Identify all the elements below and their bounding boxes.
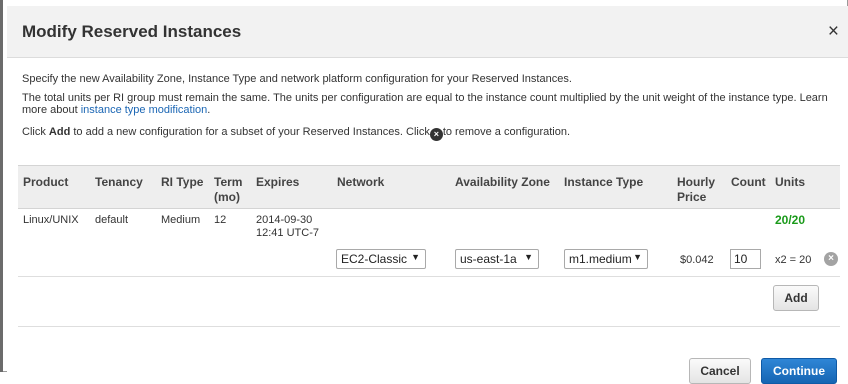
chevron-down-icon: ▼ <box>633 252 642 262</box>
header-hourly-line1: Hourly <box>677 175 716 189</box>
header-term-line2: (mo) <box>214 190 240 204</box>
row-ri-type: Medium <box>161 214 201 226</box>
row-divider <box>18 276 840 277</box>
add-button[interactable]: Add <box>773 285 819 311</box>
count-input[interactable] <box>730 249 761 269</box>
header-hourly-price: Hourly Price <box>677 175 715 205</box>
description-line-2: The total units per RI group must remain… <box>22 92 837 116</box>
description-line-3-c: to add a new configuration for a subset … <box>73 126 430 138</box>
remove-configuration-icon[interactable]: × <box>824 252 838 266</box>
header-count: Count <box>731 175 766 189</box>
instance-type-select[interactable]: m1.medium ▼ <box>564 249 648 269</box>
network-select[interactable]: EC2-Classic ▼ <box>336 249 426 269</box>
row-expires: 2014-09-30 12:41 UTC-7 <box>256 214 319 240</box>
config-units: x2 = 20 <box>775 254 812 266</box>
row-tenancy: default <box>95 214 129 226</box>
header-term: Term (mo) <box>214 175 242 205</box>
availability-zone-select-value: us-east-1a <box>460 252 517 266</box>
header-availability-zone: Availability Zone <box>455 175 550 189</box>
header-hourly-line2: Price <box>677 190 707 204</box>
instance-type-modification-link[interactable]: instance type modification <box>81 104 208 116</box>
header-tenancy: Tenancy <box>95 175 143 189</box>
dialog-header: Modify Reserved Instances × <box>7 6 848 58</box>
description-line-2-end: . <box>207 104 211 116</box>
header-instance-type: Instance Type <box>564 175 644 189</box>
modify-reserved-instances-dialog: Modify Reserved Instances × Specify the … <box>7 6 848 384</box>
units-total: 20/20 <box>775 213 806 227</box>
description-add-word: Add <box>48 126 71 138</box>
footer-divider <box>18 326 840 327</box>
header-expires: Expires <box>256 175 300 189</box>
table-header: Product Tenancy RI Type Term (mo) Expire… <box>18 165 840 209</box>
description-line-3-a: Click <box>22 126 46 138</box>
header-ri-type: RI Type <box>161 175 204 189</box>
row-product: Linux/UNIX <box>23 214 79 226</box>
chevron-down-icon: ▼ <box>524 252 533 262</box>
close-icon[interactable]: × <box>828 22 839 41</box>
description-line-3: Click Add to add a new configuration for… <box>22 126 837 141</box>
header-term-line1: Term <box>214 175 243 189</box>
description-line-1: Specify the new Availability Zone, Insta… <box>22 73 572 85</box>
instance-type-select-value: m1.medium <box>569 252 632 266</box>
chevron-down-icon: ▼ <box>411 252 420 262</box>
availability-zone-select[interactable]: us-east-1a ▼ <box>455 249 539 269</box>
row-expires-date: 2014-09-30 <box>256 214 313 226</box>
header-product: Product <box>23 175 69 189</box>
row-expires-time: 12:41 UTC-7 <box>256 227 319 239</box>
header-network: Network <box>337 175 385 189</box>
remove-icon-inline: × <box>429 128 443 141</box>
network-select-value: EC2-Classic <box>341 252 408 266</box>
description-line-3-d: to remove a configuration. <box>442 126 571 138</box>
cancel-button[interactable]: Cancel <box>689 358 751 384</box>
dialog-title: Modify Reserved Instances <box>22 22 242 41</box>
header-units: Units <box>775 175 805 189</box>
background-window-edge <box>0 0 3 372</box>
row-term: 12 <box>214 214 227 226</box>
hourly-price-value: $0.042 <box>680 254 714 266</box>
continue-button[interactable]: Continue <box>761 358 837 384</box>
